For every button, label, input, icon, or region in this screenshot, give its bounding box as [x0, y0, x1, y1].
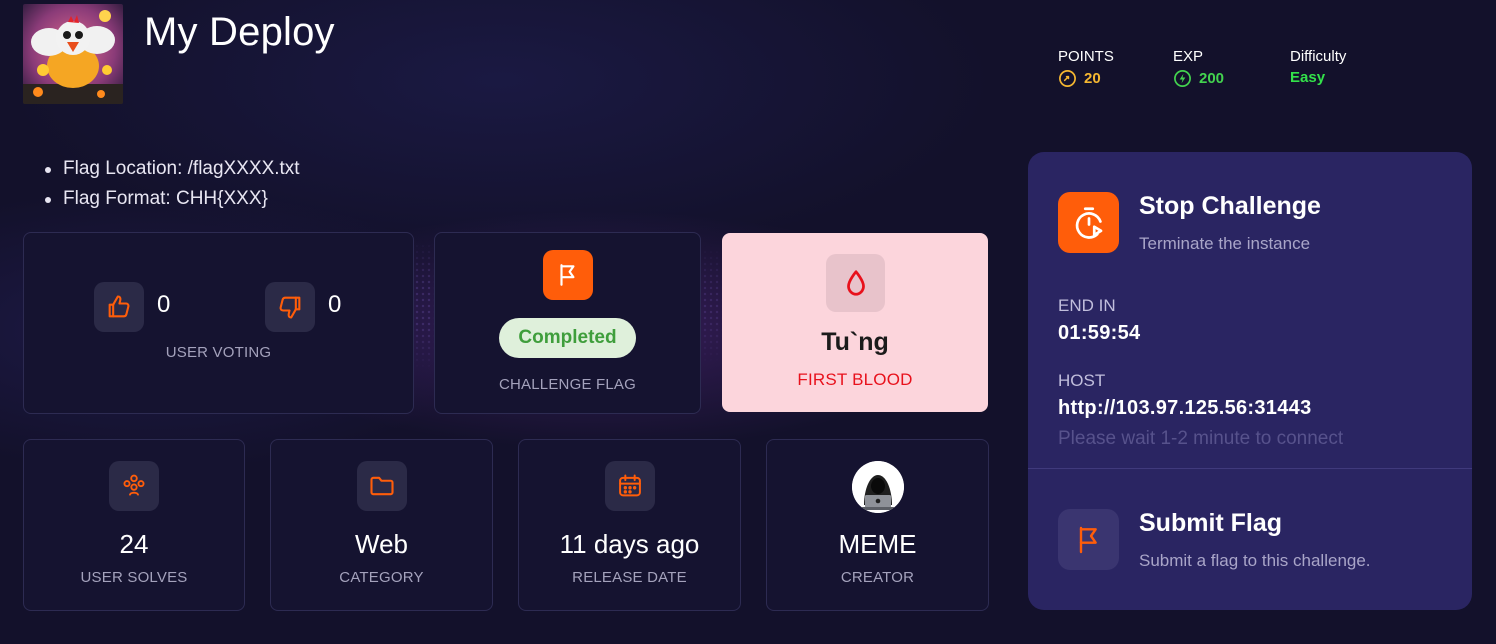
page-title: My Deploy	[144, 10, 335, 54]
difficulty-stat: Difficulty Easy	[1290, 48, 1346, 86]
creator-value[interactable]: MEME	[767, 529, 988, 560]
user-solves-label: USER SOLVES	[80, 569, 188, 586]
users-icon	[123, 474, 145, 496]
hacker-avatar-icon	[852, 461, 904, 513]
creator-label: CREATOR	[840, 569, 915, 586]
blood-icon-box	[826, 254, 885, 312]
thumbs-down-icon	[279, 296, 301, 319]
panel-divider	[1028, 468, 1472, 469]
coin-icon	[1059, 70, 1076, 87]
submit-flag-title[interactable]: Submit Flag	[1139, 509, 1282, 538]
blood-drop-icon	[846, 270, 865, 296]
end-in-label: END IN	[1058, 296, 1116, 315]
flag-icon	[1079, 526, 1097, 553]
first-blood-label: FIRST BLOOD	[797, 370, 913, 389]
description-item: Flag Format: CHH{XXX}	[45, 184, 300, 214]
instance-panel: Stop Challenge Terminate the instance EN…	[1028, 152, 1472, 610]
submit-flag-subtitle: Submit a flag to this challenge.	[1139, 551, 1371, 570]
exp-stat: EXP 200	[1173, 48, 1224, 88]
calendar-icon-box	[605, 461, 655, 511]
stop-challenge-subtitle: Terminate the instance	[1139, 234, 1311, 253]
user-voting-label: USER VOTING	[165, 344, 272, 361]
exp-value: 200	[1199, 70, 1225, 87]
challenge-description: Flag Location: /flagXXXX.txt Flag Format…	[45, 154, 300, 214]
release-date-label: RELEASE DATE	[572, 569, 687, 586]
dislikes-count: 0	[328, 291, 342, 318]
category-label: CATEGORY	[339, 569, 424, 586]
category-card: Web CATEGORY	[270, 439, 493, 611]
release-date-card: 11 days ago RELEASE DATE	[518, 439, 741, 611]
first-blood-card: Tu`ng FIRST BLOOD	[722, 233, 988, 412]
difficulty-value: Easy	[1290, 69, 1326, 86]
folder-icon	[370, 476, 394, 496]
challenge-avatar-image	[23, 4, 123, 104]
difficulty-label: Difficulty	[1290, 48, 1347, 65]
creator-card: MEME CREATOR	[766, 439, 989, 611]
creator-avatar[interactable]	[852, 461, 904, 513]
exp-icon	[1174, 70, 1191, 87]
points-stat: POINTS 20	[1058, 48, 1114, 88]
users-icon-box	[109, 461, 159, 511]
stop-timer-icon	[1075, 206, 1102, 239]
thumbs-up-icon	[108, 295, 130, 318]
connect-hint: Please wait 1-2 minute to connect	[1058, 428, 1344, 449]
points-label: POINTS	[1058, 48, 1114, 65]
like-button[interactable]	[94, 282, 144, 332]
end-in-value: 01:59:54	[1058, 322, 1141, 344]
challenge-flag-label: CHALLENGE FLAG	[498, 376, 636, 393]
release-date-value: 11 days ago	[559, 529, 700, 559]
flag-icon	[560, 264, 575, 286]
flag-icon-box	[543, 250, 593, 300]
challenge-page: My Deploy POINTS 20 EXP 200 Difficulty E…	[0, 0, 1496, 644]
exp-label: EXP	[1173, 48, 1204, 65]
completed-badge: Completed	[499, 318, 636, 358]
submit-flag-button[interactable]	[1058, 509, 1119, 570]
user-solves-card: 24 USER SOLVES	[23, 439, 245, 611]
dislike-button[interactable]	[265, 282, 315, 332]
points-value: 20	[1084, 70, 1101, 87]
host-label: HOST	[1058, 371, 1106, 390]
category-value: Web	[355, 529, 408, 559]
stop-challenge-title[interactable]: Stop Challenge	[1139, 192, 1321, 221]
description-item: Flag Location: /flagXXXX.txt	[45, 154, 300, 184]
challenge-flag-card: Completed CHALLENGE FLAG	[434, 232, 701, 414]
folder-icon-box	[357, 461, 407, 511]
first-blood-user[interactable]: Tu`ng	[723, 328, 987, 357]
calendar-icon	[619, 474, 641, 497]
user-solves-value: 24	[119, 529, 149, 559]
likes-count: 0	[157, 291, 171, 318]
stop-challenge-button[interactable]	[1058, 192, 1119, 253]
host-value[interactable]: http://103.97.125.56:31443	[1058, 397, 1312, 420]
user-voting-card: 0 0 USER VOTING	[23, 232, 414, 414]
